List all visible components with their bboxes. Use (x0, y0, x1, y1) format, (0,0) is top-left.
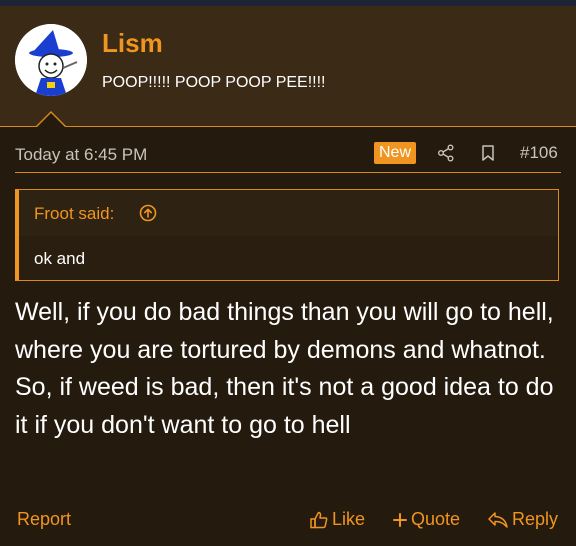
bookmark-icon[interactable] (479, 144, 497, 162)
user-header: Lism POOP!!!!! POOP POOP PEE!!!! (0, 6, 576, 127)
username[interactable]: Lism (102, 28, 163, 59)
post-body: Well, if you do bad things than you will… (15, 298, 554, 439)
header-pointer-fill (37, 113, 65, 127)
reply-button[interactable]: Reply (487, 509, 558, 530)
share-icon[interactable] (437, 144, 455, 162)
quote-author[interactable]: Froot said: (34, 204, 114, 224)
quote-text: ok and (34, 249, 86, 268)
plus-icon (393, 512, 407, 527)
arrow-up-circle-icon[interactable] (139, 204, 157, 222)
wizard-avatar-icon (15, 24, 87, 96)
user-title: POOP!!!!! POOP POOP PEE!!!! (102, 74, 326, 91)
thumbs-up-icon (310, 511, 328, 528)
post-number[interactable]: #106 (520, 143, 558, 163)
quote-button[interactable]: Quote (392, 509, 460, 530)
user-avatar[interactable] (15, 24, 87, 96)
report-button[interactable]: Report (17, 509, 71, 530)
like-button[interactable]: Like (309, 509, 365, 530)
reply-label: Reply (512, 509, 559, 529)
quote-label: Quote (411, 509, 461, 529)
post-footer: Report Like Quote Reply (15, 506, 561, 534)
new-badge: New (374, 142, 417, 164)
post-timestamp[interactable]: Today at 6:45 PM (15, 145, 147, 165)
quote-block: Froot said: ok and (15, 189, 559, 281)
post-meta: Today at 6:45 PM New #106 (15, 140, 561, 173)
like-label: Like (332, 509, 366, 529)
reply-icon (488, 511, 508, 528)
quote-header: Froot said: (19, 190, 558, 236)
